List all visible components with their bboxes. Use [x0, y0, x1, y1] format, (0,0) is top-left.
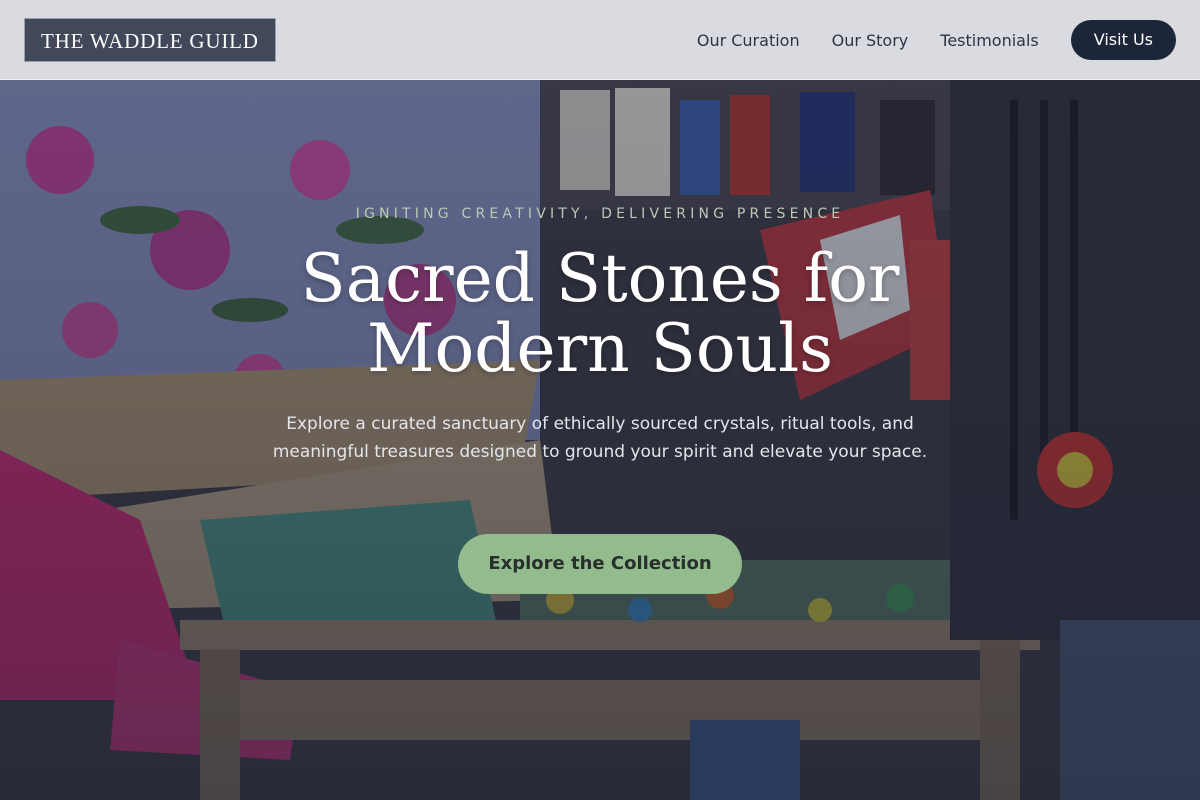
hero-title: Sacred Stones for Modern Souls — [300, 240, 900, 387]
hero-subtitle: Explore a curated sanctuary of ethically… — [272, 414, 928, 462]
explore-collection-button[interactable]: Explore the Collection — [458, 534, 742, 594]
hero-kicker: IGNITING CREATIVITY, DELIVERING PRESENCE — [355, 206, 845, 222]
hero-content: IGNITING CREATIVITY, DELIVERING PRESENCE… — [0, 0, 1200, 800]
